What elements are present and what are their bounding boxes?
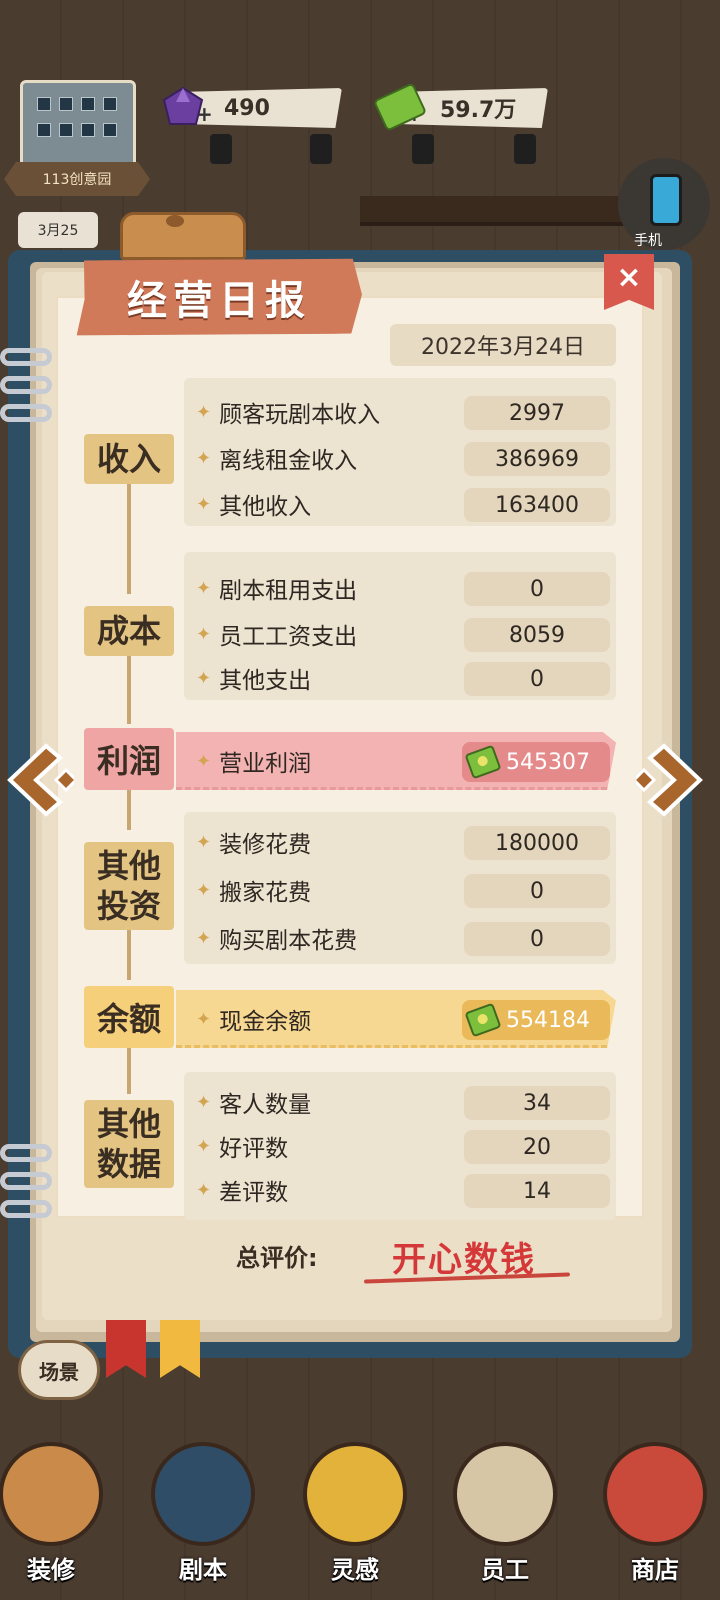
sparkle-icon: ✦ <box>196 577 212 599</box>
timeline-line <box>127 474 131 594</box>
phone-button[interactable] <box>618 158 710 250</box>
phone-label: 手机 <box>634 233 662 249</box>
other-data-row-value: 14 <box>464 1174 610 1208</box>
income-row-value: 2997 <box>464 396 610 430</box>
binder-ring <box>0 376 52 394</box>
report-title: 经营日报 <box>127 278 311 324</box>
investment-row-value: 0 <box>464 922 610 956</box>
other-data-row-label: ✦ 差评数 <box>196 1179 289 1207</box>
nav-staff[interactable]: 员工 <box>440 1430 570 1600</box>
sparkle-icon: ✦ <box>196 879 212 901</box>
sparkle-icon: ✦ <box>196 1091 212 1113</box>
binder-ring <box>0 1172 52 1190</box>
gem-count: 490 <box>224 95 270 121</box>
timeline-line <box>127 926 131 980</box>
income-row-value: 386969 <box>464 442 610 476</box>
calendar-widget[interactable]: 3月25 <box>18 212 98 248</box>
badge-icon <box>453 1442 557 1546</box>
investment-row-value: 0 <box>464 874 610 908</box>
place-name-banner[interactable]: 113创意园 <box>4 162 150 196</box>
sparkle-icon: ✦ <box>196 831 212 853</box>
sparkle-icon: ✦ <box>196 1135 212 1157</box>
sparkle-icon: ✦ <box>196 1008 212 1030</box>
other-data-row-label: ✦ 好评数 <box>196 1135 289 1163</box>
hud-peg <box>210 134 232 164</box>
cost-row-value: 8059 <box>464 618 610 652</box>
building-thumbnail[interactable] <box>20 80 136 168</box>
binder-ring <box>0 348 52 366</box>
report-date: 2022年3月24日 <box>390 324 616 366</box>
profit-value: 545307 <box>506 749 590 775</box>
balance-row-label: ✦ 现金余额 <box>196 1008 312 1036</box>
income-row-label: ✦ 离线租金收入 <box>196 447 358 475</box>
income-row-label: ✦ 其他收入 <box>196 493 312 521</box>
cost-row-label: ✦ 员工工资支出 <box>196 623 358 651</box>
sparkle-icon: ✦ <box>196 623 212 645</box>
profit-row-label: ✦ 营业利润 <box>196 750 312 778</box>
hud-peg <box>514 134 536 164</box>
other-data-row-label: ✦ 客人数量 <box>196 1091 312 1119</box>
balance-value: 554184 <box>506 1007 590 1033</box>
prev-page-arrow-icon[interactable] <box>4 740 74 820</box>
cash-count: 59.7万 <box>440 98 517 123</box>
binder-ring <box>0 404 52 422</box>
gem-icon <box>162 86 204 125</box>
binder-ring <box>0 1200 52 1218</box>
cash-icon <box>464 744 502 780</box>
hud-peg <box>412 134 434 164</box>
book-icon <box>151 1442 255 1546</box>
cost-row-value: 0 <box>464 572 610 606</box>
income-label: 收入 <box>84 434 174 484</box>
sparkle-icon: ✦ <box>196 750 212 772</box>
cash-icon <box>464 1002 502 1038</box>
cost-row-label: ✦ 剧本租用支出 <box>196 577 358 605</box>
balance-value-box: 554184 <box>462 1000 610 1040</box>
game-screen: 113创意园 3月25 + 490 + 59.7万 手机 经营日报 × 2022… <box>0 0 720 1600</box>
cost-label: 成本 <box>84 606 174 656</box>
sparkle-icon: ✦ <box>196 401 212 423</box>
nav-decorate[interactable]: 装修 <box>0 1430 116 1600</box>
hud-peg <box>310 134 332 164</box>
income-row-label: ✦ 顾客玩剧本收入 <box>196 401 381 429</box>
house-icon <box>0 1442 103 1546</box>
other-data-row-value: 20 <box>464 1130 610 1164</box>
sparkle-icon: ✦ <box>196 447 212 469</box>
phone-icon <box>650 174 682 226</box>
next-page-arrow-icon[interactable] <box>636 740 706 820</box>
investment-row-label: ✦ 装修花费 <box>196 831 312 859</box>
shop-icon <box>603 1442 707 1546</box>
income-row-value: 163400 <box>464 488 610 522</box>
clip-fleur-icon <box>166 215 184 227</box>
investment-row-value: 180000 <box>464 826 610 860</box>
other-data-label: 其他数据 <box>84 1100 174 1188</box>
nav-inspiration[interactable]: 灵感 <box>290 1430 420 1600</box>
sparkle-icon: ✦ <box>196 667 212 689</box>
profit-value-box: 545307 <box>462 742 610 782</box>
cost-row-label: ✦ 其他支出 <box>196 667 312 695</box>
lightbulb-icon <box>303 1442 407 1546</box>
profit-label: 利润 <box>84 728 174 790</box>
balance-label: 余额 <box>84 986 174 1048</box>
sparkle-icon: ✦ <box>196 927 212 949</box>
investment-label: 其他投资 <box>84 842 174 930</box>
room-shelf <box>360 196 660 226</box>
total-rating-label: 总评价: <box>236 1244 318 1272</box>
other-data-row-value: 34 <box>464 1086 610 1120</box>
investment-row-label: ✦ 购买剧本花费 <box>196 927 358 955</box>
cost-row-value: 0 <box>464 662 610 696</box>
scene-button[interactable]: 场景 <box>18 1340 100 1400</box>
sparkle-icon: ✦ <box>196 1179 212 1201</box>
binder-ring <box>0 1144 52 1162</box>
sparkle-icon: ✦ <box>196 493 212 515</box>
nav-shop[interactable]: 商店 <box>590 1430 720 1600</box>
investment-row-label: ✦ 搬家花费 <box>196 879 312 907</box>
nav-script[interactable]: 剧本 <box>138 1430 268 1600</box>
